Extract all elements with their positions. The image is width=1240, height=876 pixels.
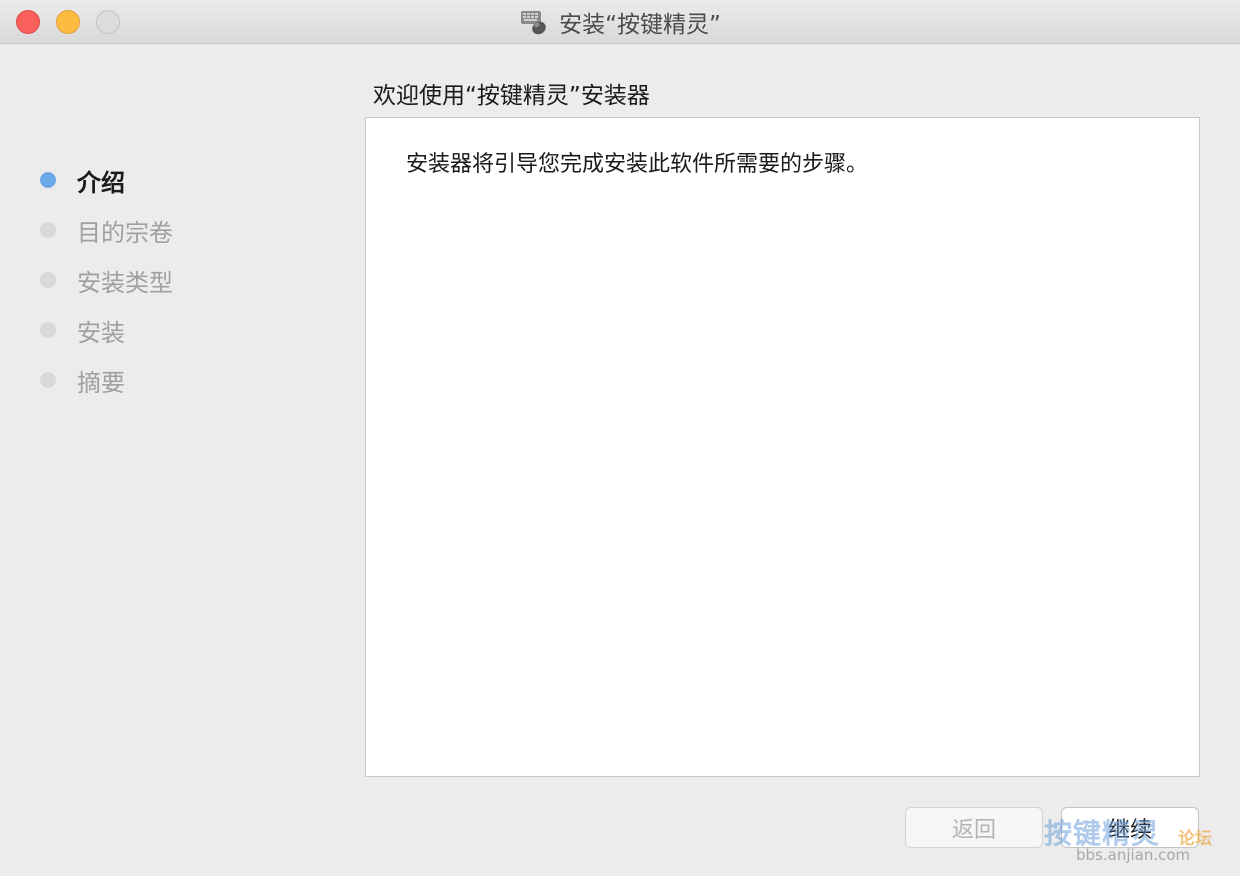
step-indicator <box>40 222 56 238</box>
step-installation: 安装 <box>0 305 340 355</box>
step-label: 摘要 <box>77 368 125 397</box>
step-indicator <box>40 272 56 288</box>
continue-button[interactable]: 继续 <box>1061 807 1199 848</box>
step-introduction: 介绍 <box>0 155 340 205</box>
installer-steps-sidebar: 介绍 目的宗卷 安装类型 安装 摘要 <box>0 155 340 405</box>
title-group: 安装“按键精灵” <box>0 0 1240 44</box>
intro-text: 安装器将引导您完成安装此软件所需要的步骤。 <box>406 152 869 177</box>
step-indicator <box>40 322 56 338</box>
step-indicator-active <box>40 172 56 188</box>
step-indicator <box>40 372 56 388</box>
content-pane: 安装器将引导您完成安装此软件所需要的步骤。 <box>365 117 1200 777</box>
back-button[interactable]: 返回 <box>905 807 1043 848</box>
step-summary: 摘要 <box>0 355 340 405</box>
step-installation-type: 安装类型 <box>0 255 340 305</box>
watermark-url: bbs.anjian.com <box>1076 846 1191 864</box>
title-bar: 安装“按键精灵” <box>0 0 1240 44</box>
step-label: 安装类型 <box>77 268 173 297</box>
window-title: 安装“按键精灵” <box>559 12 721 38</box>
step-label: 介绍 <box>77 168 125 197</box>
page-heading: 欢迎使用“按键精灵”安装器 <box>373 83 650 109</box>
step-label: 安装 <box>77 318 125 347</box>
step-label: 目的宗卷 <box>77 218 173 247</box>
keyboard-mouse-app-icon <box>521 11 546 35</box>
step-destination: 目的宗卷 <box>0 205 340 255</box>
